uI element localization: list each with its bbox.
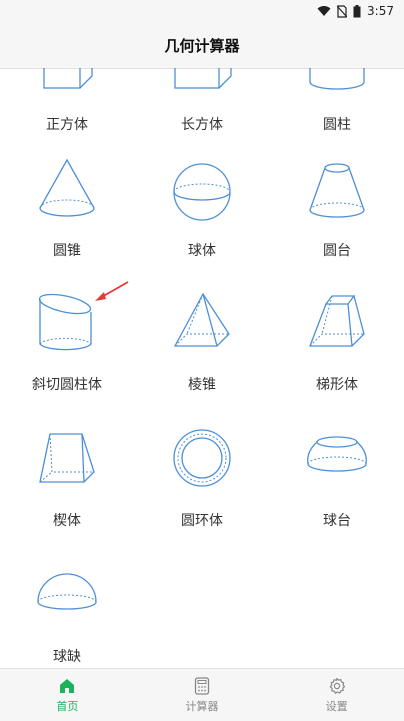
shape-label: 梯形体	[316, 377, 358, 393]
spherical-frustum-icon	[307, 436, 367, 472]
prismatoid-icon	[309, 295, 365, 347]
shape-label: 长方体	[181, 117, 223, 133]
shape-label: 球体	[188, 243, 216, 259]
wedge-icon	[39, 433, 95, 483]
shape-item-frustum[interactable]: 圆台	[270, 156, 404, 292]
shape-item-cylinder[interactable]: 圆柱	[270, 68, 404, 166]
battery-icon	[353, 4, 361, 17]
cylinder-icon	[309, 68, 365, 90]
app-bar: 几何计算器	[0, 22, 404, 69]
shape-item-prismatoid[interactable]: 梯形体	[270, 290, 404, 426]
shape-item-oblique-cylinder[interactable]: 斜切圆柱体	[0, 290, 134, 426]
pyramid-icon	[173, 292, 230, 347]
tab-label: 首页	[56, 699, 79, 713]
shape-grid[interactable]: 正方体 长方体 圆柱 圆锥 球体 圆台 斜切圆柱体 棱锥 梯形体 楔体 圆环体 …	[0, 68, 404, 668]
spherical-cap-icon	[37, 573, 97, 610]
shape-item-cuboid[interactable]: 长方体	[135, 68, 269, 166]
arrow-annotation-icon	[95, 281, 129, 301]
no-sim-icon	[337, 4, 348, 18]
torus-icon	[173, 429, 231, 487]
shape-item-wedge[interactable]: 楔体	[0, 426, 134, 562]
shape-item-cone[interactable]: 圆锥	[0, 156, 134, 292]
gear-icon	[329, 677, 345, 694]
tab-label: 计算器	[185, 699, 219, 713]
cuboid-icon	[174, 68, 232, 89]
wifi-icon	[317, 6, 331, 16]
tab-settings[interactable]: 设置	[269, 669, 404, 721]
shape-label: 圆柱	[323, 117, 351, 133]
shape-label: 圆台	[323, 243, 351, 259]
tab-calculator[interactable]: 计算器	[135, 669, 270, 721]
shape-label: 棱锥	[188, 377, 216, 393]
cube-icon	[43, 68, 93, 89]
page-title: 几何计算器	[164, 36, 240, 55]
shape-label: 球台	[323, 513, 351, 529]
status-time: 3:57	[367, 4, 394, 18]
cone-icon	[39, 158, 95, 217]
shape-item-pyramid[interactable]: 棱锥	[135, 290, 269, 426]
shape-item-torus[interactable]: 圆环体	[135, 426, 269, 562]
home-icon	[60, 678, 75, 693]
frustum-icon	[309, 163, 365, 218]
shape-label: 斜切圆柱体	[32, 377, 102, 393]
shape-label: 正方体	[46, 117, 88, 133]
shape-label: 楔体	[53, 513, 81, 529]
shape-label: 圆锥	[53, 243, 81, 259]
tab-label: 设置	[325, 699, 348, 713]
shape-item-sphere[interactable]: 球体	[135, 156, 269, 292]
shape-label: 圆环体	[181, 513, 223, 529]
tab-home[interactable]: 首页	[0, 669, 135, 721]
shape-label: 球缺	[53, 649, 81, 665]
shape-item-cube[interactable]: 正方体	[0, 68, 134, 166]
calculator-icon	[194, 676, 210, 695]
status-bar: 3:57	[0, 0, 404, 22]
shape-item-spherical-frustum[interactable]: 球台	[270, 426, 404, 562]
sphere-icon	[173, 163, 231, 221]
shape-item-spherical-cap[interactable]: 球缺	[0, 562, 134, 668]
bottom-tab-bar: 首页 计算器 设置	[0, 668, 404, 721]
